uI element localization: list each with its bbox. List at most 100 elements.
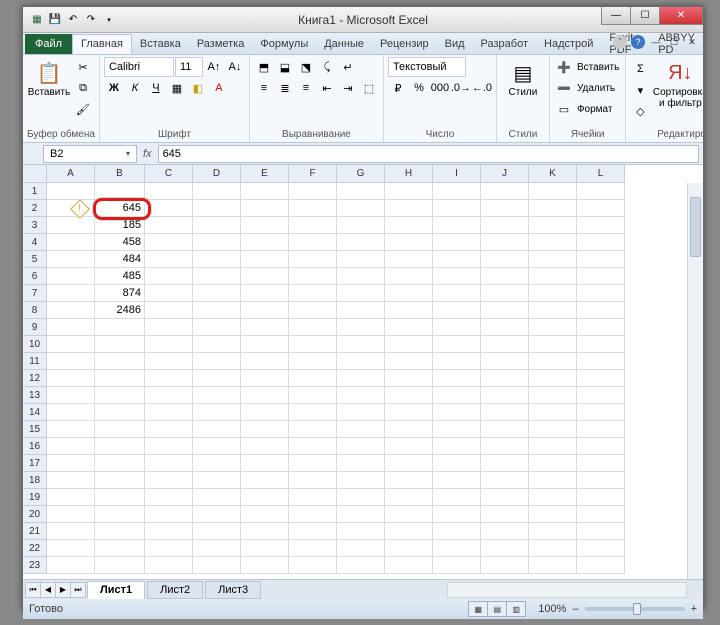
sort-filter-button[interactable]: Я↓ Сортировка и фильтр [652, 57, 703, 109]
col-header[interactable]: F [289, 165, 337, 183]
cell[interactable] [241, 200, 289, 217]
cell[interactable] [289, 285, 337, 302]
cell[interactable] [145, 421, 193, 438]
minimize-ribbon-icon[interactable]: ˇ [613, 35, 627, 49]
cell[interactable] [577, 387, 625, 404]
row-header[interactable]: 4 [23, 234, 47, 251]
cell[interactable] [529, 336, 577, 353]
cell[interactable] [47, 336, 95, 353]
decrease-indent-icon[interactable]: ⇤ [317, 78, 337, 98]
cell[interactable] [289, 268, 337, 285]
row-header[interactable]: 11 [23, 353, 47, 370]
fx-icon[interactable]: fx [143, 148, 152, 160]
cell[interactable] [481, 489, 529, 506]
cell[interactable] [193, 353, 241, 370]
row-header[interactable]: 23 [23, 557, 47, 574]
row-header[interactable]: 3 [23, 217, 47, 234]
cell[interactable] [337, 455, 385, 472]
italic-button[interactable]: К [125, 78, 145, 98]
cell[interactable] [385, 353, 433, 370]
cell[interactable] [337, 336, 385, 353]
cell[interactable] [47, 302, 95, 319]
cell[interactable] [95, 370, 145, 387]
font-color-icon[interactable]: A [209, 78, 229, 98]
cell[interactable] [385, 557, 433, 574]
cell[interactable] [47, 353, 95, 370]
align-middle-icon[interactable]: ⬓ [275, 57, 295, 77]
cell[interactable] [385, 200, 433, 217]
cell[interactable] [481, 421, 529, 438]
merge-icon[interactable]: ⬚ [359, 78, 379, 98]
cell[interactable] [241, 302, 289, 319]
cell[interactable] [385, 234, 433, 251]
cell[interactable] [433, 302, 481, 319]
cell[interactable] [529, 404, 577, 421]
cell[interactable] [193, 421, 241, 438]
sheet-tab[interactable]: Лист3 [205, 581, 261, 599]
sheet-tab[interactable]: Лист2 [147, 581, 203, 599]
cell[interactable] [289, 251, 337, 268]
cell[interactable] [145, 472, 193, 489]
cell[interactable] [337, 234, 385, 251]
cell[interactable] [289, 455, 337, 472]
sheet-tab[interactable]: Лист1 [87, 581, 145, 599]
sheet-nav-first[interactable]: ⏮ [25, 582, 41, 598]
cell[interactable] [95, 438, 145, 455]
cell[interactable] [337, 319, 385, 336]
sheet-nav-next[interactable]: ▶ [55, 582, 71, 598]
cell[interactable] [193, 234, 241, 251]
row-header[interactable]: 9 [23, 319, 47, 336]
cell[interactable] [95, 336, 145, 353]
cell[interactable] [481, 183, 529, 200]
autosum-icon[interactable]: Σ [630, 59, 650, 79]
doc-close-icon[interactable]: ✕ [685, 35, 699, 49]
cell[interactable] [529, 285, 577, 302]
cell[interactable] [145, 370, 193, 387]
scroll-thumb[interactable] [690, 197, 701, 257]
cell[interactable] [289, 404, 337, 421]
cell[interactable] [481, 336, 529, 353]
cell[interactable] [145, 285, 193, 302]
cell[interactable] [337, 489, 385, 506]
row-header[interactable]: 20 [23, 506, 47, 523]
cell[interactable] [47, 234, 95, 251]
cell[interactable] [47, 319, 95, 336]
ribbon-tab-надстрой[interactable]: Надстрой [536, 34, 601, 54]
col-header[interactable]: K [529, 165, 577, 183]
sheet-nav-last[interactable]: ⏭ [70, 582, 86, 598]
cell[interactable] [241, 421, 289, 438]
bold-button[interactable]: Ж [104, 78, 124, 98]
underline-button[interactable]: Ч [146, 78, 166, 98]
cell[interactable] [95, 353, 145, 370]
col-header[interactable]: J [481, 165, 529, 183]
minimize-button[interactable]: — [601, 7, 631, 25]
ribbon-tab-главная[interactable]: Главная [72, 34, 132, 54]
cell[interactable] [481, 234, 529, 251]
cell[interactable] [289, 234, 337, 251]
cell[interactable] [241, 472, 289, 489]
undo-icon[interactable]: ↶ [65, 12, 81, 28]
cell[interactable] [95, 421, 145, 438]
cell[interactable] [193, 540, 241, 557]
cell[interactable] [193, 557, 241, 574]
cell[interactable] [529, 387, 577, 404]
increase-indent-icon[interactable]: ⇥ [338, 78, 358, 98]
cells-area[interactable]: 6451854584844858742486 [47, 183, 625, 574]
cell[interactable] [95, 523, 145, 540]
row-header[interactable]: 15 [23, 421, 47, 438]
cell[interactable] [337, 523, 385, 540]
cell[interactable] [337, 404, 385, 421]
row-header[interactable]: 21 [23, 523, 47, 540]
cell[interactable] [337, 353, 385, 370]
cell[interactable] [193, 404, 241, 421]
cell[interactable] [481, 251, 529, 268]
cell[interactable] [193, 302, 241, 319]
cell[interactable] [241, 319, 289, 336]
align-center-icon[interactable]: ≣ [275, 78, 295, 98]
cell[interactable] [47, 540, 95, 557]
cell[interactable] [481, 438, 529, 455]
cell[interactable] [145, 455, 193, 472]
cell[interactable] [577, 302, 625, 319]
cell[interactable] [433, 251, 481, 268]
row-header[interactable]: 7 [23, 285, 47, 302]
